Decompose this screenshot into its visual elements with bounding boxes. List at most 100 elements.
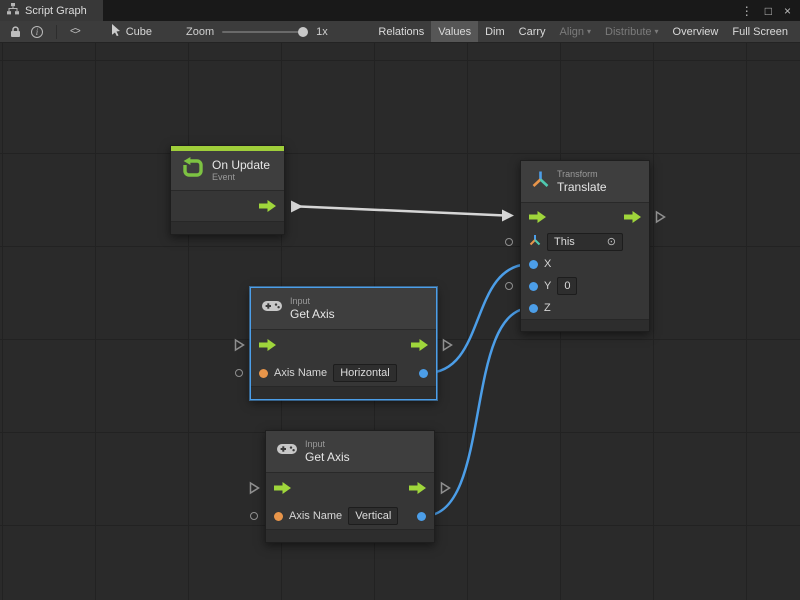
loop-event-icon (181, 156, 205, 185)
graph-canvas[interactable]: On Update Event (0, 43, 800, 600)
unconnected-value-port[interactable] (505, 282, 513, 290)
gamepad-icon (276, 442, 298, 461)
node-category: Input (290, 296, 335, 307)
zoom-label: Zoom (186, 26, 214, 38)
transform-icon (531, 170, 550, 194)
node-title: Get Axis (305, 450, 350, 464)
unconnected-control-port[interactable] (442, 339, 453, 352)
axis-name-input-port[interactable] (259, 369, 268, 378)
node-title: Get Axis (290, 307, 335, 321)
zoom-value: 1x (316, 26, 328, 38)
wire-horizontal-to-x[interactable] (426, 264, 531, 373)
distribute-label: Distribute (605, 26, 651, 38)
toolbar-separator (56, 25, 57, 39)
wire-on-update-to-translate[interactable] (300, 207, 505, 216)
node-category: Transform (557, 169, 607, 180)
align-button[interactable]: Align ▾ (553, 21, 598, 42)
node-footer (521, 319, 649, 331)
node-title: On Update (212, 158, 270, 172)
target-label: Cube (126, 26, 152, 38)
dim-button[interactable]: Dim (478, 21, 512, 42)
chevron-down-icon: ▾ (587, 28, 591, 36)
node-translate[interactable]: Transform Translate (520, 160, 650, 332)
z-port-label: Z (544, 302, 551, 314)
axis-name-input-port[interactable] (274, 512, 283, 521)
relations-button[interactable]: Relations (371, 21, 431, 42)
node-get-axis-horizontal[interactable]: Input Get Axis (250, 287, 437, 400)
panel-menu-icon[interactable]: ⋮ (741, 5, 753, 17)
node-footer (171, 221, 284, 234)
control-input-port[interactable] (274, 482, 291, 494)
carry-label: Carry (519, 26, 546, 38)
node-title: Translate (557, 180, 607, 194)
overview-button[interactable]: Overview (666, 21, 726, 42)
axis-output-port[interactable] (419, 369, 428, 378)
align-label: Align (560, 26, 584, 38)
axis-name-field[interactable]: Vertical (348, 507, 398, 525)
tab-title: Script Graph (25, 5, 87, 17)
values-label: Values (438, 26, 471, 38)
x-port-label: X (544, 258, 551, 270)
overview-label: Overview (673, 26, 719, 38)
node-category: Input (305, 439, 350, 450)
zoom-slider-knob[interactable] (298, 27, 308, 37)
control-output-port[interactable] (624, 211, 641, 223)
x-input-port[interactable] (529, 260, 538, 269)
graph-icon (7, 3, 19, 18)
gamepad-icon (261, 299, 283, 318)
axis-name-field[interactable]: Horizontal (333, 364, 397, 382)
dim-label: Dim (485, 26, 505, 38)
graph-target[interactable]: Cube (111, 24, 152, 39)
unconnected-value-port[interactable] (235, 369, 243, 377)
relations-label: Relations (378, 26, 424, 38)
node-subtitle: Event (212, 172, 270, 183)
info-icon: i (31, 26, 43, 38)
control-output-port[interactable] (411, 339, 428, 351)
node-footer (266, 529, 434, 542)
axis-name-label: Axis Name (274, 367, 327, 379)
code-icon: <> (70, 26, 80, 37)
code-preview-button[interactable]: <> (70, 26, 80, 37)
transform-mini-icon (529, 233, 541, 251)
node-get-axis-vertical[interactable]: Input Get Axis (265, 430, 435, 543)
control-output-port[interactable] (259, 200, 276, 212)
zoom-slider[interactable] (222, 31, 306, 33)
wire-start-arrow (291, 201, 303, 213)
y-value-field[interactable]: 0 (557, 277, 577, 295)
node-on-update[interactable]: On Update Event (170, 145, 285, 235)
unconnected-value-port[interactable] (250, 512, 258, 520)
maximize-icon[interactable]: □ (765, 5, 772, 17)
unconnected-control-port[interactable] (440, 482, 451, 495)
toolbar-buttons: Relations Values Dim Carry Align ▾ Distr… (371, 21, 795, 42)
close-icon[interactable]: × (784, 5, 791, 17)
distribute-button[interactable]: Distribute ▾ (598, 21, 665, 42)
axis-output-port[interactable] (417, 512, 426, 521)
axis-name-label: Axis Name (289, 510, 342, 522)
titlebar: Script Graph ⋮ □ × (0, 0, 800, 21)
graph-toolbar: i <> Cube Zoom 1x Relations Values (0, 21, 800, 43)
chevron-down-icon: ▾ (655, 28, 659, 36)
values-button[interactable]: Values (431, 21, 478, 42)
tab-script-graph[interactable]: Script Graph (0, 0, 103, 21)
control-input-port[interactable] (259, 339, 276, 351)
unconnected-control-port[interactable] (249, 482, 260, 495)
control-input-port[interactable] (529, 211, 546, 223)
this-object-field[interactable]: This ⊙ (547, 233, 623, 251)
z-input-port[interactable] (529, 304, 538, 313)
unconnected-value-port[interactable] (505, 238, 513, 246)
pointer-icon (111, 24, 121, 39)
y-input-port[interactable] (529, 282, 538, 291)
object-picker-icon[interactable]: ⊙ (607, 235, 616, 249)
full-screen-label: Full Screen (732, 26, 788, 38)
unconnected-control-port[interactable] (655, 211, 666, 224)
wire-end-arrow (502, 210, 514, 222)
control-output-port[interactable] (409, 482, 426, 494)
carry-button[interactable]: Carry (512, 21, 553, 42)
full-screen-button[interactable]: Full Screen (725, 21, 795, 42)
info-button[interactable]: i (31, 26, 43, 38)
node-footer (251, 386, 436, 399)
this-value: This (554, 235, 575, 249)
lock-button[interactable] (10, 26, 21, 38)
unconnected-control-port[interactable] (234, 339, 245, 352)
script-graph-window: Script Graph ⋮ □ × i <> (0, 0, 800, 600)
